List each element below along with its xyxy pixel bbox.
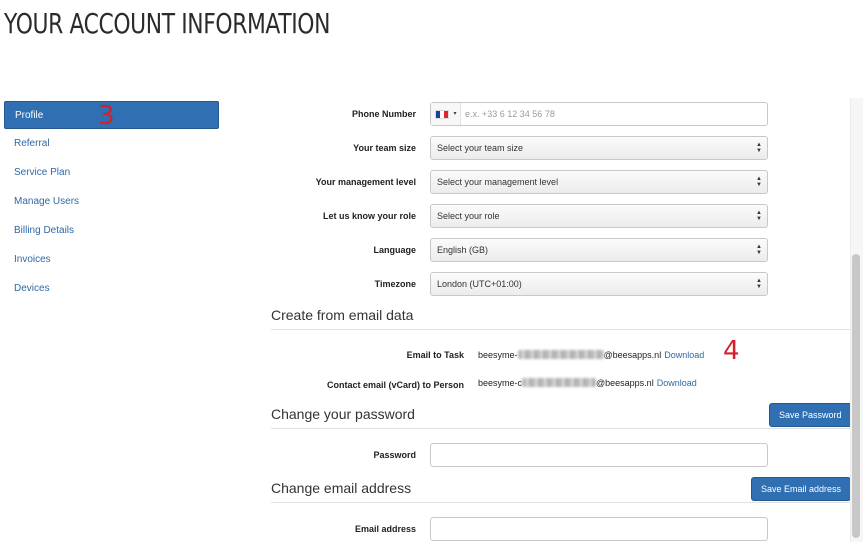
select-arrows-icon: ▲ ▼ [756,278,762,290]
contact-email-row: Contact email (vCard) to Person beesyme-… [270,375,770,391]
management-level-value: Select your management level [437,177,559,187]
management-level-select[interactable]: Select your management level ▲ ▼ [430,170,768,194]
change-password-heading: Change your password [271,405,850,429]
page-title: YOUR ACCOUNT INFORMATION [4,7,331,40]
annotation-marker-3: 3 [98,101,115,131]
email-address-input[interactable] [430,517,768,541]
email-address-label: Email address [354,524,416,534]
email-data-heading: Create from email data [271,306,850,330]
contact-email-suffix: @beesapps.nl [596,378,654,388]
role-value: Select your role [437,211,500,221]
email-to-task-label: Email to Task [406,350,464,360]
country-code-selector[interactable]: ▾ [431,103,461,125]
select-arrows-icon: ▲ ▼ [756,176,762,188]
contact-email-address: beesyme-c @beesapps.nl Download [478,375,697,391]
annotation-marker-4: 4 [723,336,740,366]
contact-email-prefix: beesyme-c [478,378,523,388]
management-level-row: Your management level Select your manage… [270,170,768,194]
select-arrows-icon: ▲ ▼ [756,244,762,256]
save-email-address-button[interactable]: Save Email address [751,477,852,501]
caret-down-icon: ▾ [453,111,457,117]
team-size-value: Select your team size [437,143,524,153]
sidebar-item-service-plan[interactable]: Service Plan [4,159,219,187]
language-value: English (GB) [437,245,489,255]
timezone-row: Timezone London (UTC+01:00) ▲ ▼ [270,272,768,296]
phone-number-row: Phone Number ▾ [270,102,768,126]
team-size-label: Your team size [353,143,416,153]
redacted-text [522,378,597,387]
contact-email-label: Contact email (vCard) to Person [326,380,464,390]
management-level-label: Your management level [315,177,416,187]
redacted-text [517,350,604,359]
email-address-row: Email address [270,517,768,541]
password-label: Password [373,450,416,460]
password-row: Password [270,443,768,467]
email-to-task-row: Email to Task beesyme- @beesapps.nl Downlo… [270,347,770,363]
team-size-row: Your team size Select your team size ▲ ▼ [270,136,768,160]
account-sidebar: Profile Referral Service Plan Manage Use… [4,101,219,304]
sidebar-item-billing-details[interactable]: Billing Details [4,217,219,245]
timezone-label: Timezone [374,279,416,289]
language-select[interactable]: English (GB) ▲ ▼ [430,238,768,262]
password-input[interactable] [430,443,768,467]
select-arrows-icon: ▲ ▼ [756,210,762,222]
france-flag-icon [435,110,449,119]
phone-number-field: ▾ [430,102,768,126]
email-to-task-address: beesyme- @beesapps.nl Download [478,347,704,363]
scrollbar-thumb[interactable] [852,254,860,538]
select-arrows-icon: ▲ ▼ [756,142,762,154]
sidebar-item-referral[interactable]: Referral [4,130,219,158]
email-to-task-download-link[interactable]: Download [664,350,704,360]
sidebar-item-manage-users[interactable]: Manage Users [4,188,219,216]
language-label: Language [373,245,416,255]
timezone-select[interactable]: London (UTC+01:00) ▲ ▼ [430,272,768,296]
language-row: Language English (GB) ▲ ▼ [270,238,768,262]
role-label: Let us know your role [322,211,416,221]
email-to-task-suffix: @beesapps.nl [603,350,662,360]
sidebar-item-devices[interactable]: Devices [4,275,219,303]
role-select[interactable]: Select your role ▲ ▼ [430,204,768,228]
phone-number-label: Phone Number [351,109,416,119]
role-row: Let us know your role Select your role ▲… [270,204,768,228]
sidebar-item-invoices[interactable]: Invoices [4,246,219,274]
phone-number-input[interactable] [465,103,765,125]
timezone-value: London (UTC+01:00) [437,279,522,289]
team-size-select[interactable]: Select your team size ▲ ▼ [430,136,768,160]
contact-email-download-link[interactable]: Download [657,378,697,388]
email-to-task-prefix: beesyme- [478,350,518,360]
save-password-button[interactable]: Save Password [769,403,852,427]
